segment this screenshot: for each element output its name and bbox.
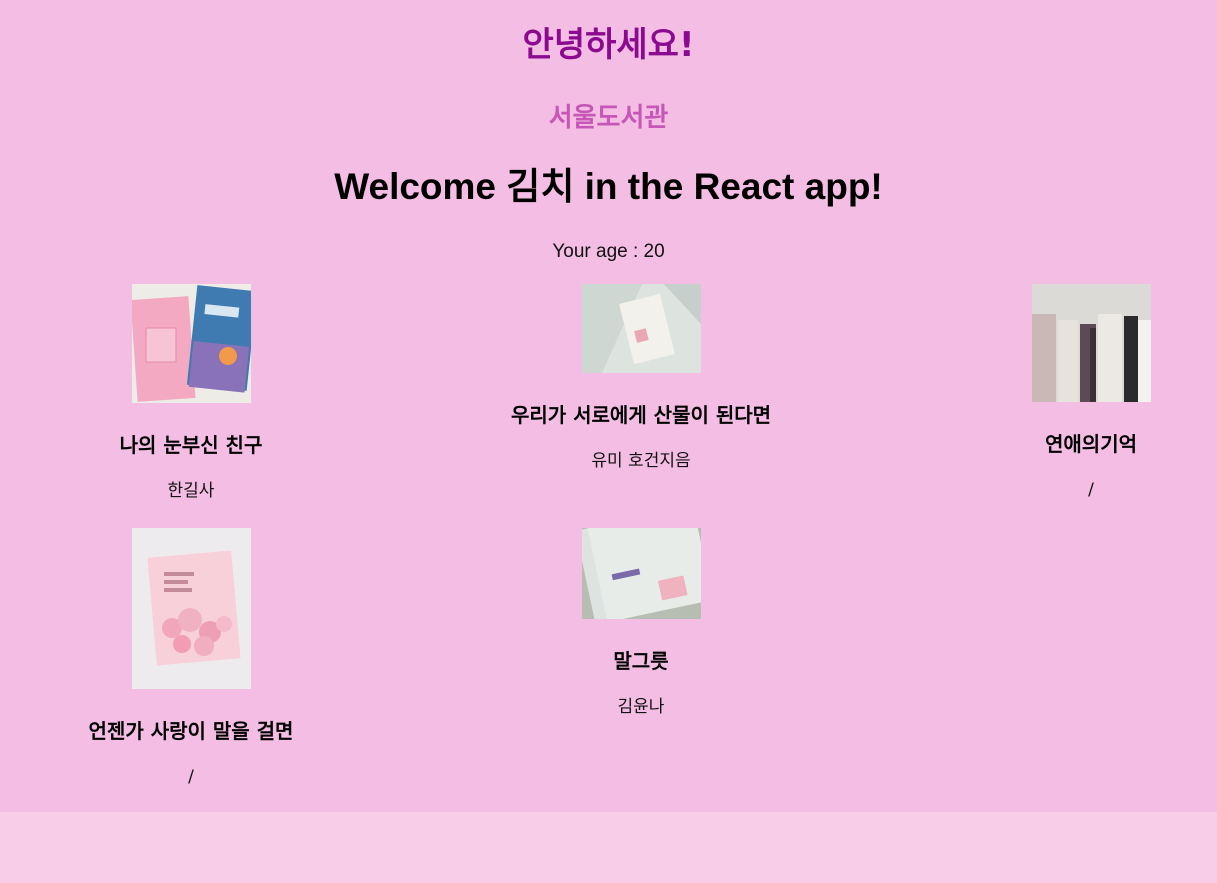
book-card: 나의 눈부신 친구 한길사 <box>0 284 391 503</box>
book-title: 나의 눈부신 친구 <box>119 433 263 457</box>
book-author: 김윤나 <box>617 697 665 717</box>
app-root: 안녕하세요! 서울도서관 Welcome 김치 in the React app… <box>0 0 1217 812</box>
book-title: 우리가 서로에게 산물이 된다면 <box>510 403 772 427</box>
book-card: 말그릇 김윤나 <box>441 528 841 719</box>
book-card: 연애의기억 / <box>891 284 1217 502</box>
book-card: 우리가 서로에게 산물이 된다면 유미 호건지음 <box>441 284 841 473</box>
book-cover-image <box>131 528 251 689</box>
book-author: / <box>1088 480 1094 500</box>
library-name: 서울도서관 <box>548 103 669 133</box>
book-author: 한길사 <box>167 481 215 501</box>
book-title: 말그릇 <box>613 649 669 673</box>
book-cover-image <box>581 528 701 619</box>
page-footer-area <box>0 812 1217 883</box>
book-author: / <box>188 767 194 787</box>
book-title: 연애의기억 <box>1045 432 1137 456</box>
age-text: Your age : 20 <box>552 241 665 262</box>
book-cover-image <box>1031 284 1151 402</box>
book-card: 언젠가 사랑이 말을 걸면 / <box>0 528 391 789</box>
welcome-heading: Welcome 김치 in the React app! <box>334 166 883 207</box>
book-author: 유미 호건지음 <box>591 451 691 471</box>
book-cover-image <box>581 284 701 373</box>
book-title: 언젠가 사랑이 말을 걸면 <box>88 719 294 743</box>
greeting-heading: 안녕하세요! <box>522 25 695 65</box>
book-cover-image <box>131 284 251 403</box>
